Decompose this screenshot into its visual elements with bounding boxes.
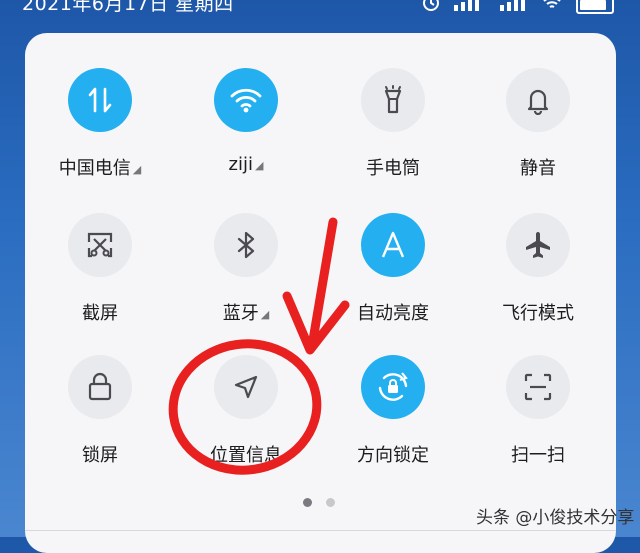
- screenshot-scissors-icon: [85, 230, 115, 260]
- tile-label: 手电筒: [323, 154, 463, 180]
- tile-toggle-button[interactable]: [506, 68, 570, 132]
- tile-toggle-button[interactable]: [361, 213, 425, 277]
- tile-rotation-lock[interactable]: 方向锁定: [323, 355, 463, 467]
- tile-toggle-button[interactable]: [214, 355, 278, 419]
- auto-brightness-icon: [378, 230, 408, 260]
- tile-label-text: 蓝牙: [222, 303, 259, 324]
- signal-2-icon: [500, 0, 528, 16]
- expand-menu-icon[interactable]: ◢: [255, 159, 263, 172]
- tile-data-transfer[interactable]: 中国电信 ◢: [30, 68, 170, 180]
- tile-label: 方向锁定: [323, 441, 463, 467]
- tile-label-text: 手电筒: [366, 158, 420, 179]
- expand-menu-icon[interactable]: ◢: [261, 308, 269, 321]
- tile-label-text: 位置信息: [210, 445, 282, 466]
- tile-label-text: 截屏: [82, 303, 118, 324]
- signal-icon: [454, 0, 486, 16]
- tile-label: ziji ◢: [176, 154, 316, 175]
- tile-toggle-button[interactable]: [68, 213, 132, 277]
- tile-label-text: 自动亮度: [357, 303, 429, 324]
- tile-label: 自动亮度: [323, 299, 463, 325]
- tile-label-text: 锁屏: [82, 445, 118, 466]
- bluetooth-icon: [234, 230, 258, 260]
- tile-bell[interactable]: 静音: [468, 68, 608, 180]
- airplane-icon: [523, 230, 553, 260]
- page-indicator: [303, 498, 335, 507]
- lock-icon: [86, 372, 114, 402]
- location-arrow-icon: [232, 373, 260, 401]
- tile-toggle-button[interactable]: [68, 355, 132, 419]
- tile-auto-brightness[interactable]: 自动亮度: [323, 213, 463, 325]
- tile-label: 扫一扫: [468, 441, 608, 467]
- tile-lock[interactable]: 锁屏: [30, 355, 170, 467]
- tile-label: 飞行模式: [468, 299, 608, 325]
- flashlight-icon: [380, 85, 406, 115]
- tile-label-text: 中国电信: [58, 158, 131, 179]
- tile-toggle-button[interactable]: [361, 68, 425, 132]
- wifi-status-icon: [542, 0, 562, 16]
- status-bar: 2021年6月17日 星期四: [0, 0, 640, 26]
- bell-icon: [525, 85, 551, 115]
- tile-label-text: 静音: [520, 158, 556, 179]
- tile-toggle-button[interactable]: [506, 213, 570, 277]
- tile-bluetooth[interactable]: 蓝牙 ◢: [176, 213, 316, 325]
- tile-label-text: ziji: [228, 154, 253, 175]
- watermark: 头条 @小俊技术分享: [476, 508, 635, 528]
- tile-toggle-button[interactable]: [214, 68, 278, 132]
- tile-label: 蓝牙 ◢: [176, 299, 316, 325]
- tile-label: 静音: [468, 154, 608, 180]
- expand-menu-icon[interactable]: ◢: [133, 163, 141, 176]
- tile-location-arrow[interactable]: 位置信息: [176, 355, 316, 467]
- alarm-icon: [422, 0, 440, 16]
- scan-icon: [523, 372, 553, 402]
- tile-label-text: 扫一扫: [511, 445, 565, 466]
- tile-toggle-button[interactable]: [214, 213, 278, 277]
- tile-label: 中国电信 ◢: [30, 154, 170, 180]
- tile-airplane[interactable]: 飞行模式: [468, 213, 608, 325]
- tile-label: 位置信息: [176, 441, 316, 467]
- tile-toggle-button[interactable]: [506, 355, 570, 419]
- tile-toggle-button[interactable]: [361, 355, 425, 419]
- tile-label: 锁屏: [30, 441, 170, 467]
- status-icons: [422, 0, 614, 16]
- rotation-lock-icon: [376, 370, 410, 404]
- battery-icon: [576, 0, 614, 14]
- data-transfer-icon: [85, 85, 115, 115]
- tile-screenshot-scissors[interactable]: 截屏: [30, 213, 170, 325]
- tile-label: 截屏: [30, 299, 170, 325]
- tile-wifi[interactable]: ziji ◢: [176, 68, 316, 175]
- page-dot-2[interactable]: [326, 498, 335, 507]
- tile-toggle-button[interactable]: [68, 68, 132, 132]
- tile-label-text: 方向锁定: [357, 445, 429, 466]
- status-time: 2021年6月17日 星期四: [22, 0, 234, 15]
- wifi-icon: [229, 86, 263, 114]
- page-dot-1[interactable]: [303, 498, 312, 507]
- tile-flashlight[interactable]: 手电筒: [323, 68, 463, 180]
- tile-label-text: 飞行模式: [502, 303, 574, 324]
- tile-scan[interactable]: 扫一扫: [468, 355, 608, 467]
- panel-divider: [25, 530, 616, 531]
